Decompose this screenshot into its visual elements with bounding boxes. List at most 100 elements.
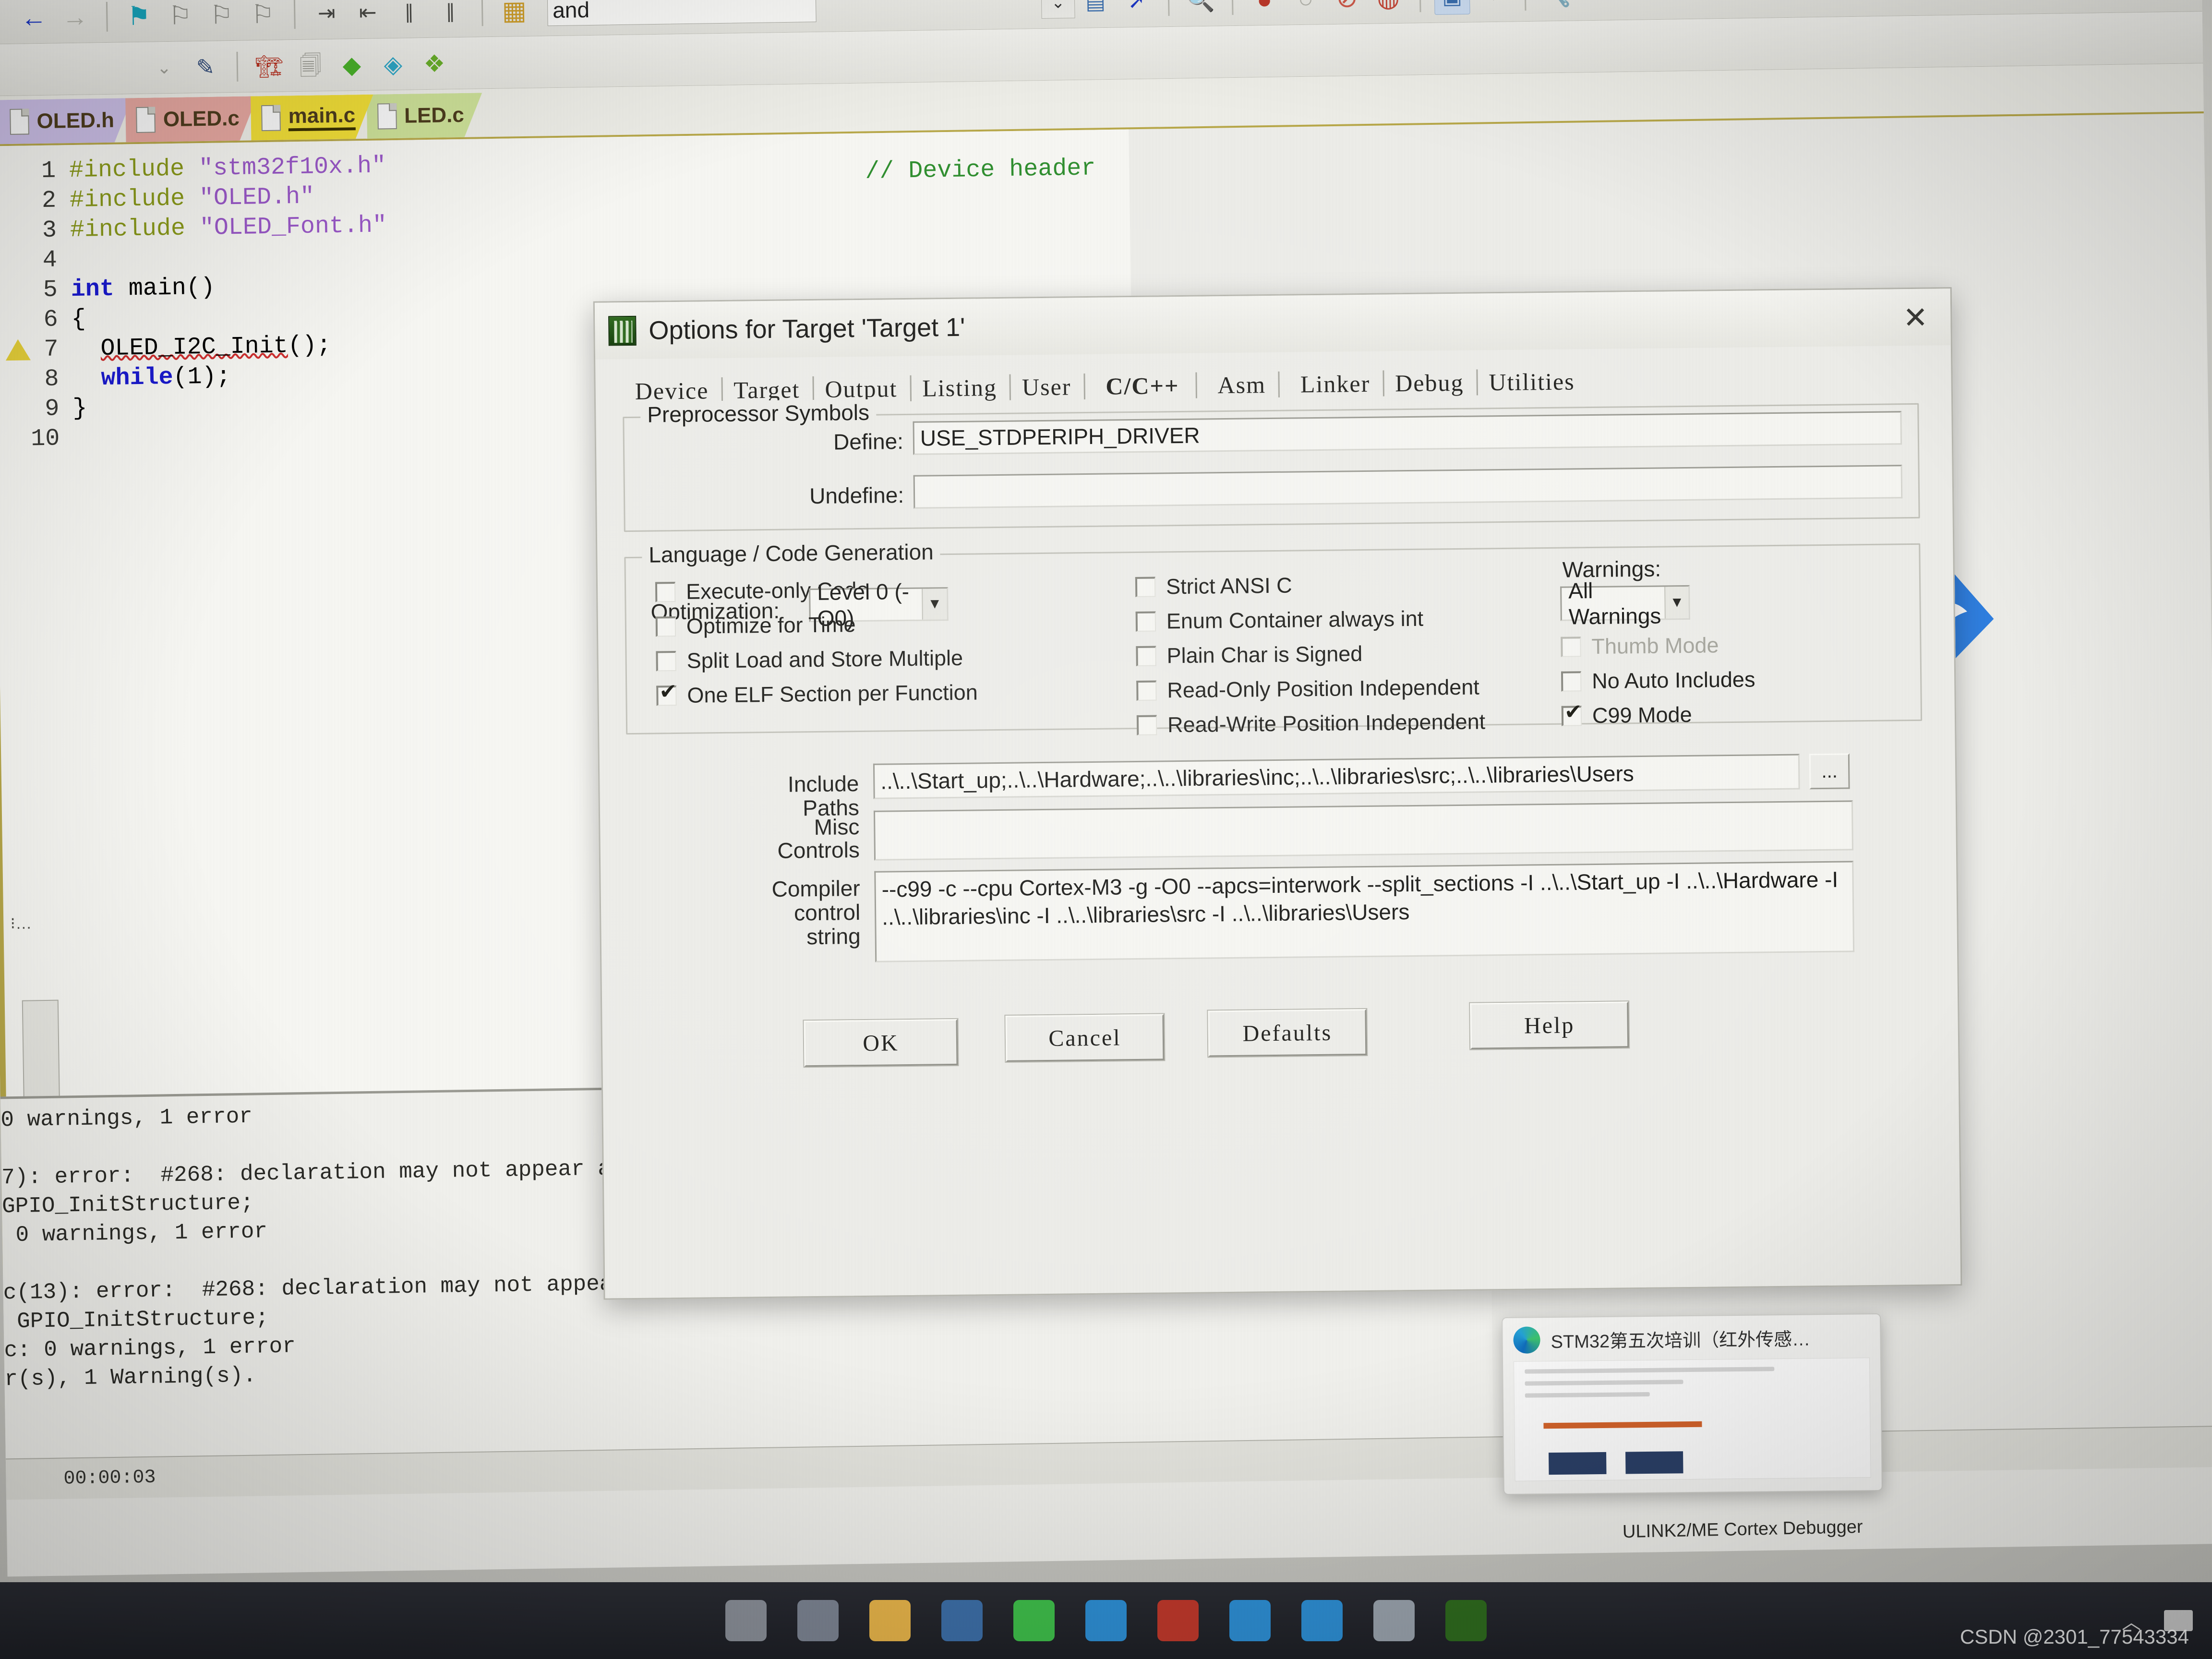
file-tab-oled-c[interactable]: OLED.c — [125, 96, 258, 142]
build-icon[interactable]: 🏗 — [251, 48, 287, 84]
bookmark-toggle-icon[interactable]: ⚑ — [121, 0, 157, 34]
help-button-label: Help — [1524, 1012, 1575, 1039]
include-paths-input[interactable]: ..\..\Start_up;..\..\Hardware;..\..\libr… — [873, 754, 1800, 799]
project-dropdown-icon[interactable]: ⌄ — [146, 49, 182, 85]
code-text: int main() — [71, 274, 216, 303]
line-number: 10 — [30, 424, 60, 453]
include-paths-browse-button[interactable]: ... — [1809, 753, 1850, 790]
tab-linker[interactable]: Linker — [1278, 370, 1383, 398]
store-icon[interactable] — [941, 1600, 983, 1641]
breakpoint-icon[interactable]: ● — [1247, 0, 1283, 17]
file-tab-label: OLED.h — [36, 108, 115, 133]
toolbar-separator — [106, 1, 108, 32]
find-in-files-icon[interactable]: 🔍 — [1183, 0, 1219, 18]
checkbox-plain-char-is-signed[interactable]: Plain Char is Signed — [1136, 641, 1363, 669]
explorer-icon[interactable] — [869, 1600, 911, 1641]
batch-build-icon[interactable]: ◆ — [334, 47, 370, 83]
keilsim-icon[interactable] — [1373, 1600, 1415, 1641]
checkbox-one-elf-section-per-function[interactable]: One ELF Section per Function — [656, 680, 978, 708]
checkbox-box[interactable] — [1135, 611, 1156, 632]
chevron-down-icon[interactable]: ▼ — [921, 589, 947, 620]
checkbox-no-auto-includes[interactable]: No Auto Includes — [1561, 667, 1755, 694]
indent-left-icon[interactable]: ⇤ — [350, 0, 386, 31]
checkbox-box[interactable] — [656, 651, 676, 672]
chevron-down-icon[interactable]: ▼ — [1664, 586, 1689, 619]
comment-icon[interactable]: ∥ — [391, 0, 427, 30]
checkbox-split-load-store-multiple[interactable]: Split Load and Store Multiple — [656, 646, 963, 674]
checkbox-label: Thumb Mode — [1591, 633, 1719, 659]
file-tab-oled-h[interactable]: OLED.h — [0, 98, 133, 144]
taskview-icon[interactable] — [725, 1600, 767, 1641]
cancel-button[interactable]: Cancel — [1005, 1014, 1165, 1062]
find-dropdown-arrow-icon[interactable]: ⌄ — [1041, 0, 1075, 19]
rebuild-icon[interactable]: 🗐 — [292, 48, 328, 84]
checkbox-enum-container-always-int[interactable]: Enum Container always int — [1135, 606, 1424, 634]
manage-windows-icon[interactable]: ▣ — [1434, 0, 1470, 15]
qq-icon[interactable] — [1157, 1600, 1199, 1641]
edge3-icon[interactable] — [1301, 1600, 1343, 1641]
bookmark-next-icon[interactable]: ⚐ — [204, 0, 240, 33]
checkbox-label: No Auto Includes — [1591, 667, 1755, 694]
file-tab-main-c[interactable]: main.c — [251, 95, 374, 141]
translate-file-icon[interactable]: ◈ — [375, 46, 411, 82]
bookmark-clear-icon[interactable]: ⚐ — [245, 0, 281, 32]
code-text: { — [71, 305, 86, 333]
checkbox-strict-ansi-c[interactable]: Strict ANSI C — [1135, 573, 1292, 600]
checkbox-box[interactable] — [1135, 577, 1156, 597]
warnings-select[interactable]: All Warnings ▼ — [1560, 578, 1690, 629]
options-for-target-icon[interactable]: ✎ — [187, 49, 223, 85]
find-input[interactable]: and — [547, 0, 817, 26]
checkbox-box[interactable] — [1561, 706, 1582, 726]
tab-listing[interactable]: Listing — [910, 373, 1010, 402]
wechat-icon[interactable] — [1013, 1600, 1055, 1641]
checkbox-box[interactable] — [655, 616, 676, 637]
checkbox-box[interactable] — [1561, 671, 1582, 692]
manage-project-items-icon[interactable]: ❖ — [416, 46, 452, 82]
checkbox-box[interactable] — [1136, 715, 1157, 735]
code-text: #include "OLED_Font.h" — [70, 211, 387, 244]
breakpoint-disable-icon[interactable]: ○ — [1288, 0, 1324, 17]
defaults-button[interactable]: Defaults — [1208, 1009, 1367, 1057]
uncomment-icon[interactable]: ∥ — [433, 0, 469, 29]
checkbox-box[interactable] — [1136, 646, 1156, 666]
indent-right-icon[interactable]: ⇥ — [309, 0, 345, 31]
checkbox-label: Split Load and Store Multiple — [686, 645, 963, 673]
help-button[interactable]: Help — [1470, 1001, 1629, 1049]
edge-icon[interactable] — [1085, 1600, 1127, 1641]
build-target-icon[interactable]: ▦ — [496, 0, 532, 28]
breakpoint-enable-icon[interactable]: ◍ — [1370, 0, 1406, 15]
checkbox-box[interactable] — [656, 685, 677, 706]
checkbox-optimize-for-time[interactable]: Optimize for Time — [655, 612, 856, 639]
tab-utilities[interactable]: Utilities — [1476, 367, 1587, 396]
checkbox-c99-mode[interactable]: C99 Mode — [1561, 702, 1692, 729]
close-icon[interactable]: ✕ — [1894, 300, 1937, 335]
configure-icon[interactable]: 🔧 — [1539, 0, 1575, 13]
tab-user[interactable]: User — [1010, 373, 1084, 401]
keil-app-icon — [608, 315, 637, 346]
insert-bookmark-icon[interactable]: ▤ — [1078, 0, 1114, 20]
misc-controls-input[interactable] — [873, 800, 1853, 861]
file-tab-led-c[interactable]: LED.c — [366, 93, 482, 139]
tab-c-cpp[interactable]: C/C++ — [1083, 372, 1196, 400]
go-to-definition-icon[interactable]: ➚ — [1119, 0, 1155, 19]
ok-button[interactable]: OK — [804, 1019, 958, 1067]
back-icon[interactable]: ← — [16, 0, 52, 36]
widgets-icon[interactable] — [797, 1600, 839, 1641]
manage-windows-dropdown-icon[interactable]: ▾ — [1475, 0, 1511, 14]
checkbox-read-only-position-independent[interactable]: Read-Only Position Independent — [1136, 674, 1479, 703]
tab-asm[interactable]: Asm — [1195, 371, 1278, 399]
document-icon — [377, 103, 397, 130]
keil-icon[interactable] — [1445, 1600, 1487, 1641]
kill-all-breakpoints-icon[interactable]: ⊘ — [1329, 0, 1365, 16]
line-number: 5 — [43, 276, 58, 304]
taskbar-thumbnail-preview[interactable]: STM32第五次培训（红外传感… — [1502, 1313, 1883, 1495]
checkbox-box[interactable] — [1136, 680, 1157, 701]
checkbox-read-write-position-independent[interactable]: Read-Write Position Independent — [1136, 709, 1486, 738]
bookmark-prev-icon[interactable]: ⚐ — [162, 0, 198, 34]
tab-debug[interactable]: Debug — [1382, 369, 1477, 397]
forward-icon[interactable]: → — [57, 0, 93, 35]
compiler-control-string-input[interactable]: --c99 -c --cpu Cortex-M3 -g -O0 --apcs=i… — [874, 861, 1855, 962]
code-text: } — [72, 395, 87, 422]
edge2-icon[interactable] — [1229, 1600, 1271, 1641]
toolbar-separator — [1524, 0, 1527, 11]
